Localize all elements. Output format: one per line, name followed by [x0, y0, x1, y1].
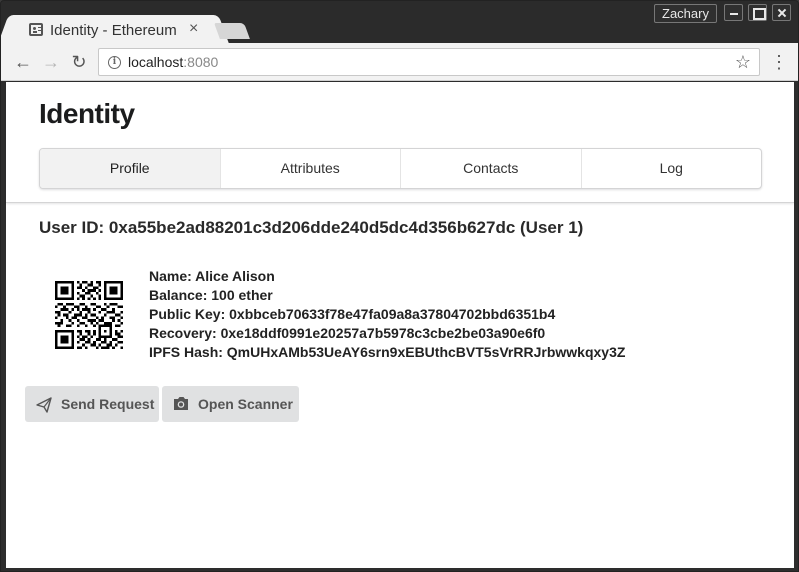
profile-details: Name: Alice Alison Balance: 100 ether Pu…	[149, 267, 625, 362]
open-scanner-button[interactable]: Open Scanner	[162, 386, 299, 422]
tab-profile[interactable]: Profile	[40, 149, 221, 188]
url-text[interactable]: localhost:8080	[128, 54, 218, 70]
bookmark-star-icon[interactable]: ☆	[735, 52, 751, 72]
tab-attributes[interactable]: Attributes	[221, 149, 401, 188]
profile-public-key: Public Key: 0xbbceb70633f78e47fa09a8a378…	[149, 306, 556, 322]
profile-balance: Balance: 100 ether	[149, 287, 273, 303]
user-id-heading: User ID: 0xa55be2ad88201c3d206dde240d5dc…	[39, 218, 584, 237]
browser-toolbar: ← → ↻ i localhost:8080 ☆ ⋮	[1, 43, 798, 81]
page-content: Identity Profile Attributes Contacts Log…	[6, 82, 794, 568]
camera-icon	[174, 397, 188, 410]
paper-plane-icon	[36, 397, 52, 413]
info-icon[interactable]: i	[108, 56, 121, 69]
tab-title: Identity - Ethereum	[50, 22, 177, 39]
id-card-icon	[29, 23, 43, 36]
tab-contacts[interactable]: Contacts	[401, 149, 582, 188]
qr-code-icon	[55, 281, 123, 349]
url-port: :8080	[183, 54, 219, 70]
profile-button[interactable]: Zachary	[654, 4, 717, 23]
tab-close-icon[interactable]: ×	[189, 21, 198, 37]
send-request-label: Send Request	[61, 396, 155, 412]
tab-log[interactable]: Log	[582, 149, 762, 188]
reload-icon[interactable]: ↻	[69, 52, 89, 72]
browser-window: Identity - Ethereum × Zachary ← → ↻ i lo…	[0, 0, 799, 572]
profile-ipfs-hash: IPFS Hash: QmUHxAMb53UeAY6srn9xEBUthcBVT…	[149, 344, 626, 360]
maximize-button[interactable]	[748, 4, 767, 21]
url-host: localhost	[128, 54, 184, 70]
kebab-menu-icon[interactable]: ⋮	[770, 52, 788, 72]
send-request-button[interactable]: Send Request	[25, 386, 159, 422]
profile-recovery: Recovery: 0xe18ddf0991e20257a7b5978c3cbe…	[149, 325, 546, 341]
address-bar[interactable]: i localhost:8080 ☆	[98, 48, 760, 76]
back-arrow-icon[interactable]: ←	[13, 52, 33, 72]
profile-name: Name: Alice Alison	[149, 268, 275, 284]
minimize-button[interactable]	[724, 4, 743, 21]
browser-tab[interactable]: Identity - Ethereum ×	[11, 15, 216, 45]
header-card: Identity Profile Attributes Contacts Log	[6, 82, 794, 203]
new-tab-button[interactable]	[214, 23, 250, 39]
main-menu: Profile Attributes Contacts Log	[39, 148, 762, 189]
close-window-button[interactable]	[772, 4, 791, 21]
open-scanner-label: Open Scanner	[198, 396, 293, 412]
page-title: Identity	[39, 98, 135, 129]
tab-strip: Identity - Ethereum × Zachary	[1, 1, 798, 45]
forward-arrow-icon[interactable]: →	[41, 52, 61, 72]
